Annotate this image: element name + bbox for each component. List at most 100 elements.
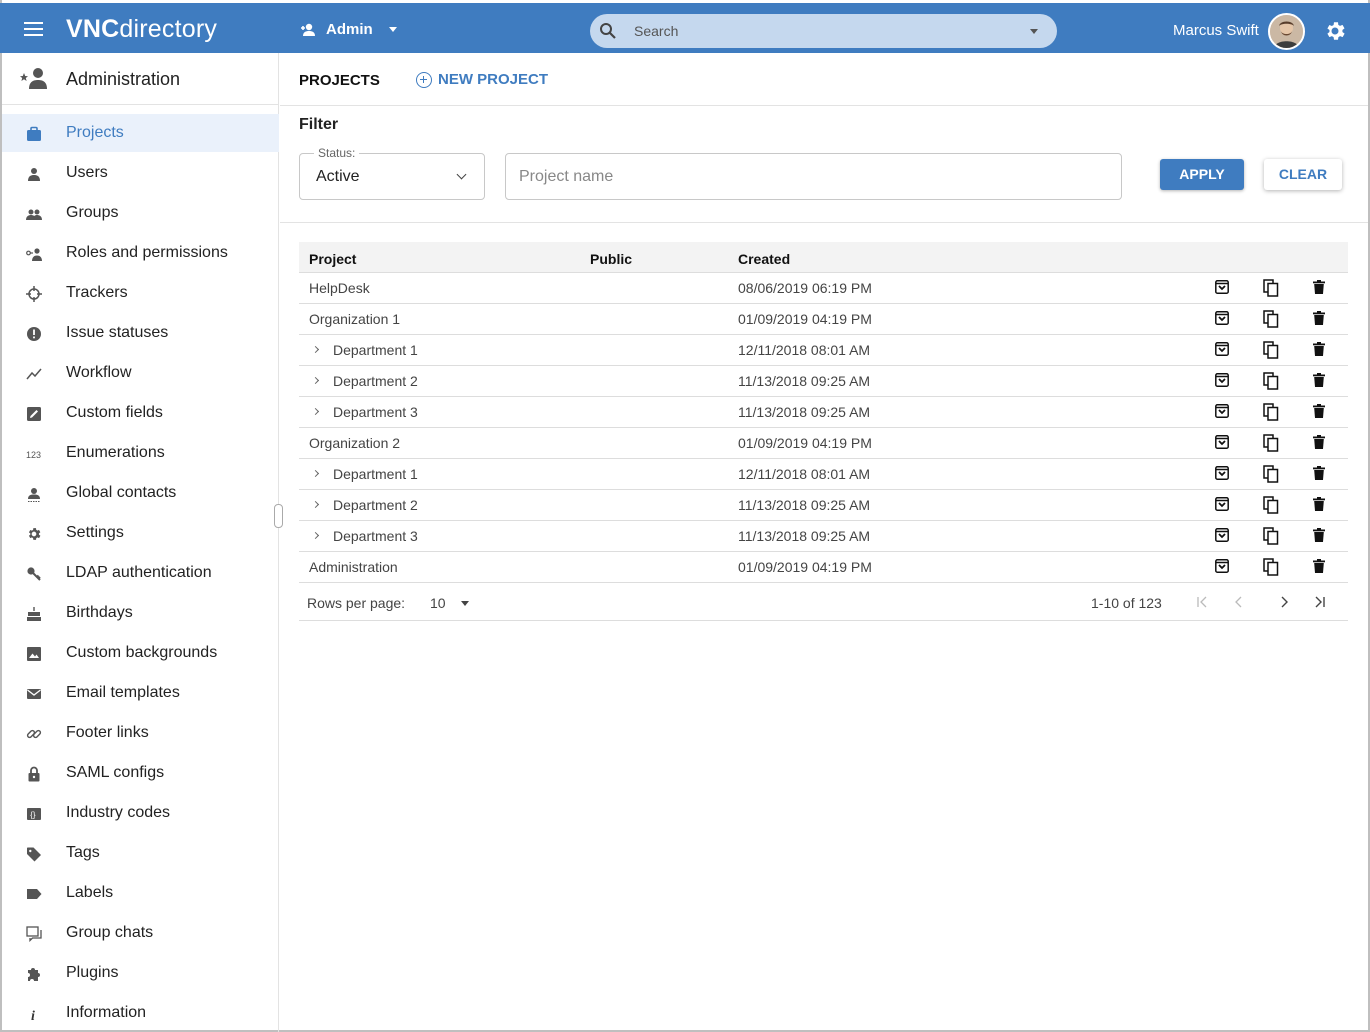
- sidebar-item-projects[interactable]: Projects: [2, 114, 279, 152]
- delete-icon[interactable]: [1313, 435, 1325, 454]
- sidebar-item-roles[interactable]: Roles and permissions: [2, 234, 279, 272]
- delete-icon[interactable]: [1313, 311, 1325, 330]
- first-page-icon[interactable]: [1196, 596, 1208, 608]
- archive-icon[interactable]: [1215, 528, 1229, 547]
- project-name-field[interactable]: [505, 153, 1122, 200]
- project-name[interactable]: HelpDesk: [309, 280, 370, 296]
- chevron-right-icon[interactable]: [311, 407, 320, 416]
- sidebar-item-tags[interactable]: Tags: [2, 834, 279, 872]
- project-name[interactable]: Department 3: [333, 528, 418, 544]
- sidebar-item-industry-codes[interactable]: {} Industry codes: [2, 794, 279, 832]
- sidebar-item-information[interactable]: i Information: [2, 994, 279, 1032]
- table-row[interactable]: Organization 1 01/09/2019 04:19 PM: [299, 304, 1348, 335]
- apply-button[interactable]: APPLY: [1160, 159, 1244, 190]
- archive-icon[interactable]: [1215, 466, 1229, 485]
- sidebar-resize-handle[interactable]: [274, 504, 283, 528]
- archive-icon[interactable]: [1215, 497, 1229, 516]
- delete-icon[interactable]: [1313, 528, 1325, 547]
- delete-icon[interactable]: [1313, 559, 1325, 578]
- copy-icon[interactable]: [1263, 434, 1279, 457]
- project-name[interactable]: Department 1: [333, 466, 418, 482]
- sidebar-item-saml[interactable]: SAML configs: [2, 754, 279, 792]
- sidebar-item-groups[interactable]: Groups: [2, 194, 279, 232]
- project-name[interactable]: Organization 1: [309, 311, 400, 327]
- column-created[interactable]: Created: [738, 251, 790, 267]
- archive-icon[interactable]: [1215, 435, 1229, 454]
- app-logo[interactable]: VNCdirectory: [66, 15, 217, 44]
- chevron-down-icon[interactable]: [461, 601, 469, 606]
- sidebar-item-workflow[interactable]: Workflow: [2, 354, 279, 392]
- copy-icon[interactable]: [1263, 496, 1279, 519]
- sidebar-item-labels[interactable]: Labels: [2, 874, 279, 912]
- delete-icon[interactable]: [1313, 373, 1325, 392]
- table-row[interactable]: Administration 01/09/2019 04:19 PM: [299, 552, 1348, 583]
- delete-icon[interactable]: [1313, 466, 1325, 485]
- project-name[interactable]: Department 1: [333, 342, 418, 358]
- sidebar-item-ldap[interactable]: LDAP authentication: [2, 554, 279, 592]
- sidebar-item-footer-links[interactable]: Footer links: [2, 714, 279, 752]
- chevron-right-icon[interactable]: [311, 376, 320, 385]
- chevron-right-icon[interactable]: [311, 531, 320, 540]
- delete-icon[interactable]: [1313, 404, 1325, 423]
- search-input[interactable]: Search: [634, 23, 678, 39]
- rows-per-page-select[interactable]: 10: [430, 595, 446, 611]
- sidebar-item-custom-backgrounds[interactable]: Custom backgrounds: [2, 634, 279, 672]
- project-name-input[interactable]: [506, 154, 1121, 199]
- chevron-right-icon[interactable]: [311, 500, 320, 509]
- sidebar-item-settings[interactable]: Settings: [2, 514, 279, 552]
- search-dropdown-icon[interactable]: [1030, 29, 1038, 34]
- delete-icon[interactable]: [1313, 342, 1325, 361]
- sidebar-item-enumerations[interactable]: 123 Enumerations: [2, 434, 279, 472]
- archive-icon[interactable]: [1215, 280, 1229, 299]
- archive-icon[interactable]: [1215, 559, 1229, 578]
- project-name[interactable]: Organization 2: [309, 435, 400, 451]
- project-name[interactable]: Administration: [309, 559, 398, 575]
- archive-icon[interactable]: [1215, 404, 1229, 423]
- sidebar-item-trackers[interactable]: Trackers: [2, 274, 279, 312]
- new-project-button[interactable]: NEW PROJECT: [416, 71, 548, 88]
- table-row[interactable]: Department 2 11/13/2018 09:25 AM: [299, 366, 1348, 397]
- table-row[interactable]: Department 1 12/11/2018 08:01 AM: [299, 335, 1348, 366]
- table-row[interactable]: HelpDesk 08/06/2019 06:19 PM: [299, 273, 1348, 304]
- clear-button[interactable]: CLEAR: [1264, 159, 1342, 190]
- copy-icon[interactable]: [1263, 372, 1279, 395]
- sidebar-item-plugins[interactable]: Plugins: [2, 954, 279, 992]
- search-bar[interactable]: Search: [590, 14, 1057, 48]
- chevron-right-icon[interactable]: [311, 469, 320, 478]
- copy-icon[interactable]: [1263, 341, 1279, 364]
- admin-mode-switch[interactable]: Admin: [300, 21, 397, 38]
- sidebar-item-issue-statuses[interactable]: Issue statuses: [2, 314, 279, 352]
- table-row[interactable]: Department 2 11/13/2018 09:25 AM: [299, 490, 1348, 521]
- project-name[interactable]: Department 2: [333, 373, 418, 389]
- gear-icon[interactable]: [1323, 19, 1347, 43]
- sidebar-item-birthdays[interactable]: Birthdays: [2, 594, 279, 632]
- copy-icon[interactable]: [1263, 403, 1279, 426]
- table-row[interactable]: Department 1 12/11/2018 08:01 AM: [299, 459, 1348, 490]
- project-name[interactable]: Department 2: [333, 497, 418, 513]
- delete-icon[interactable]: [1313, 280, 1325, 299]
- status-select[interactable]: Status: Active: [299, 146, 485, 200]
- copy-icon[interactable]: [1263, 465, 1279, 488]
- table-row[interactable]: Department 3 11/13/2018 09:25 AM: [299, 521, 1348, 552]
- archive-icon[interactable]: [1215, 342, 1229, 361]
- sidebar-item-custom-fields[interactable]: Custom fields: [2, 394, 279, 432]
- sidebar-item-global-contacts[interactable]: Global contacts: [2, 474, 279, 512]
- project-name[interactable]: Department 3: [333, 404, 418, 420]
- sidebar-item-users[interactable]: Users: [2, 154, 279, 192]
- sidebar-item-email-templates[interactable]: Email templates: [2, 674, 279, 712]
- archive-icon[interactable]: [1215, 373, 1229, 392]
- sidebar-item-group-chats[interactable]: Group chats: [2, 914, 279, 952]
- avatar[interactable]: [1268, 13, 1305, 50]
- user-name[interactable]: Marcus Swift: [1173, 22, 1259, 39]
- table-row[interactable]: Organization 2 01/09/2019 04:19 PM: [299, 428, 1348, 459]
- next-page-icon[interactable]: [1278, 596, 1290, 608]
- copy-icon[interactable]: [1263, 558, 1279, 581]
- column-project[interactable]: Project: [309, 251, 356, 267]
- menu-icon[interactable]: [24, 22, 43, 36]
- archive-icon[interactable]: [1215, 311, 1229, 330]
- previous-page-icon[interactable]: [1233, 596, 1245, 608]
- copy-icon[interactable]: [1263, 279, 1279, 302]
- copy-icon[interactable]: [1263, 527, 1279, 550]
- table-row[interactable]: Department 3 11/13/2018 09:25 AM: [299, 397, 1348, 428]
- column-public[interactable]: Public: [590, 251, 632, 267]
